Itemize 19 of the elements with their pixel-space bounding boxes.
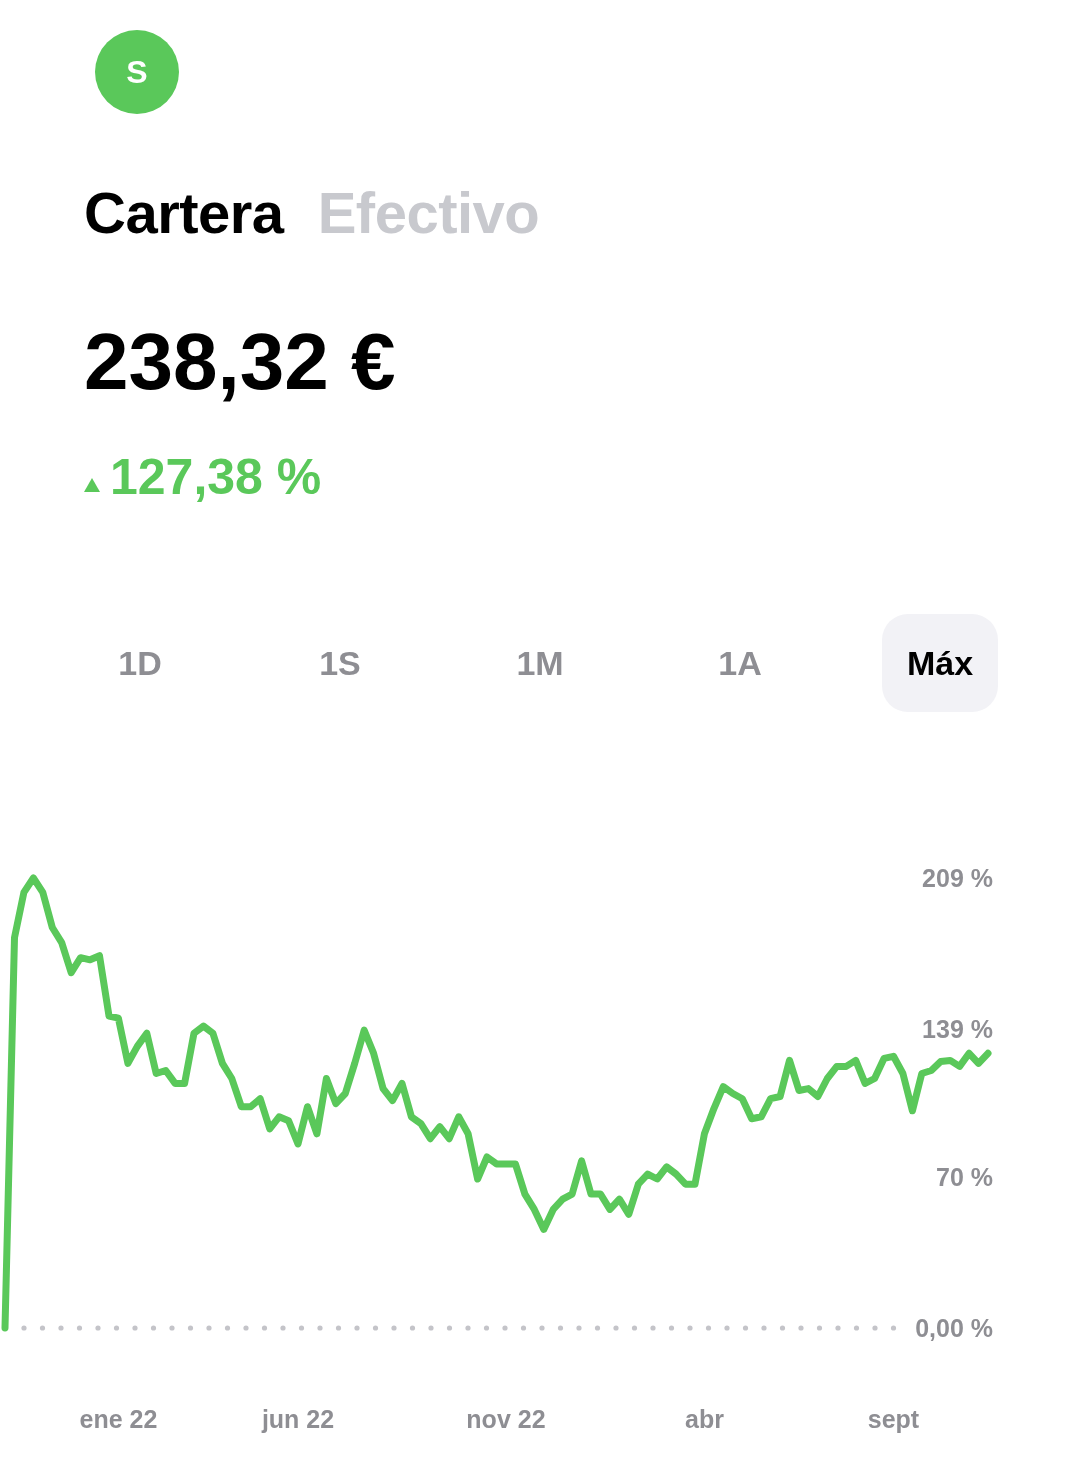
period-tab[interactable]: 1D <box>82 614 198 712</box>
triangle-icon <box>84 477 100 492</box>
period-tab[interactable]: 1S <box>282 614 398 712</box>
y-axis-label: 70 % <box>936 1163 993 1192</box>
x-axis-label: sept <box>867 1405 920 1433</box>
balance-amount: 238,32 € <box>84 318 396 406</box>
period-tab[interactable]: 1M <box>482 614 598 712</box>
x-axis-label: nov 22 <box>466 1405 546 1433</box>
avatar[interactable]: S <box>95 30 179 114</box>
tab[interactable]: Cartera <box>84 178 284 248</box>
y-axis-label: 209 % <box>922 864 993 892</box>
x-axis-label: abr <box>685 1405 724 1433</box>
period-tab[interactable]: Máx <box>882 614 998 712</box>
y-axis-label: 139 % <box>922 1014 993 1043</box>
change-percent: 127,38 % <box>110 450 322 505</box>
x-axis-label: jun 22 <box>261 1405 335 1433</box>
y-axis-label: 0,00 % <box>915 1314 993 1342</box>
period-tab[interactable]: 1A <box>682 614 798 712</box>
x-axis-label: ene 22 <box>79 1405 158 1433</box>
